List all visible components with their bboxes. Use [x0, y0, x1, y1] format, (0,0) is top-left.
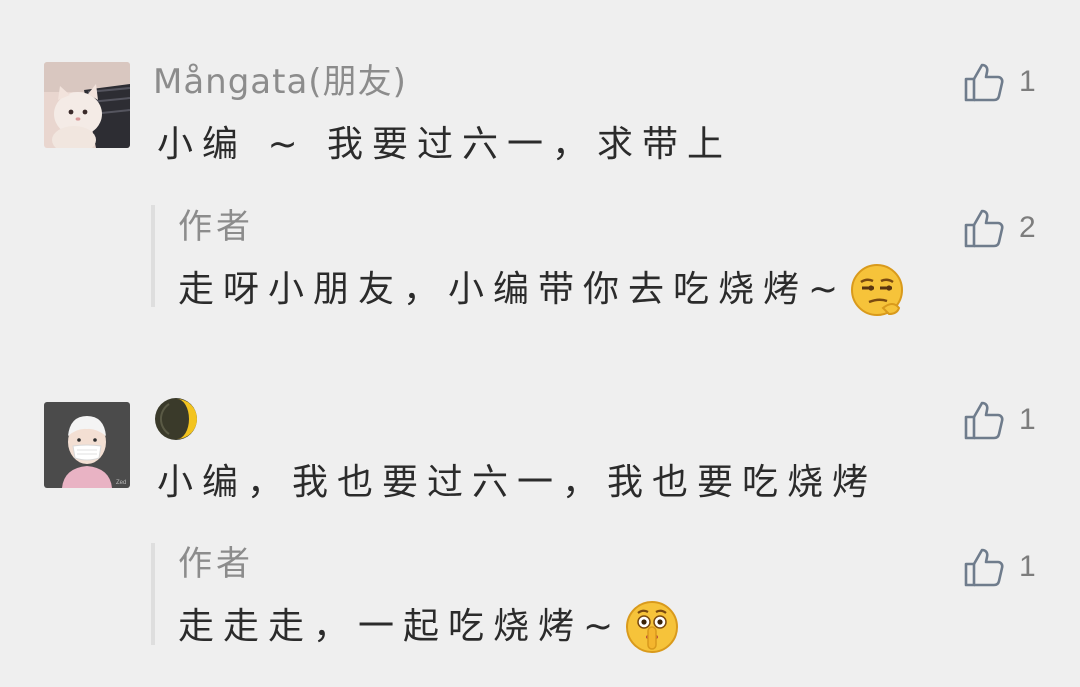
comment-list: Mångata(朋友) 小编 ~ 我要过六一，求带上 1 作者 走呀小朋友，小编…: [0, 0, 1080, 687]
smirk-emoji: [851, 264, 904, 316]
reply-like-button[interactable]: 2: [963, 206, 1036, 250]
like-button[interactable]: 1: [963, 60, 1036, 104]
like-count: 1: [1019, 550, 1036, 583]
reply-text-row: 走呀小朋友，小编带你去吃烧烤~: [178, 262, 905, 318]
reply-text: 走呀小朋友，小编带你去吃烧烤~: [178, 269, 848, 310]
reply-divider: [151, 543, 155, 645]
comment-text: 小编 ~ 我要过六一，求带上: [157, 124, 733, 165]
avatar-cat[interactable]: [44, 62, 130, 148]
crescent-moon-icon: [155, 398, 197, 440]
comment-author-name[interactable]: [153, 396, 199, 453]
reply-author-name: 作者: [178, 544, 254, 584]
reply-text-row: 走走走，一起吃烧烤~: [178, 599, 680, 655]
like-count: 1: [1019, 403, 1036, 436]
like-button[interactable]: 1: [963, 398, 1036, 442]
reply-author-name: 作者: [178, 207, 254, 247]
thumbs-up-icon: [964, 401, 1004, 440]
reply-like-button[interactable]: 1: [963, 545, 1036, 589]
thumbs-up-icon: [964, 63, 1004, 102]
reply-text: 走走走，一起吃烧烤~: [178, 606, 623, 647]
reply-divider: [151, 205, 155, 307]
like-count: 1: [1019, 65, 1036, 98]
boy-avatar-image: Zed: [44, 402, 130, 488]
svg-text:Zed: Zed: [116, 480, 126, 486]
shush-emoji: [626, 601, 679, 653]
like-count: 2: [1019, 211, 1036, 244]
comment-text: 小编，我也要过六一，我也要吃烧烤: [157, 462, 878, 503]
comment-author-name[interactable]: Mångata(朋友): [153, 60, 407, 104]
avatar-masked-boy[interactable]: Zed: [44, 402, 130, 488]
cat-avatar-image: [44, 62, 130, 148]
thumbs-up-icon: [964, 548, 1004, 587]
thumbs-up-icon: [964, 209, 1004, 248]
